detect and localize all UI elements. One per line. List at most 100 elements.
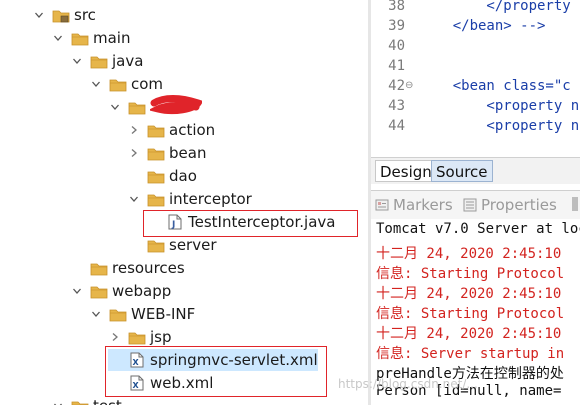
xml-file-icon: X bbox=[128, 375, 146, 391]
java-file-icon: J bbox=[166, 214, 184, 230]
console-line: 信息: Starting Protocol bbox=[376, 306, 565, 322]
svg-text:J: J bbox=[171, 220, 175, 230]
console-title: Tomcat v7.0 Server at localh bbox=[376, 221, 580, 237]
tree-item-label: test bbox=[93, 397, 122, 405]
line-number: 39 bbox=[388, 18, 405, 34]
xml-file-icon: X bbox=[128, 352, 146, 368]
tree-item[interactable]: bean bbox=[127, 142, 206, 164]
code-editor[interactable]: 38 39 40 41 42 ⊖ 43 44 </property </bean> --> <… bbox=[371, 0, 580, 138]
tree-item[interactable]: action bbox=[127, 119, 215, 141]
tree-item[interactable]: interceptor bbox=[127, 188, 252, 210]
folder-icon bbox=[71, 30, 89, 46]
line-number: 42 bbox=[388, 78, 405, 94]
console-line: 信息: Server startup in bbox=[376, 346, 565, 362]
tree-item[interactable]: Xweb.xml bbox=[108, 372, 213, 394]
chevron-down-icon[interactable] bbox=[51, 31, 65, 45]
tree-item[interactable]: com bbox=[89, 73, 163, 95]
chevron-down-icon[interactable] bbox=[70, 284, 84, 298]
views-tab-bar: Markers Properties bbox=[371, 190, 580, 220]
tree-item[interactable] bbox=[108, 95, 204, 118]
tree-item-label: resources bbox=[112, 259, 185, 277]
line-number: 44 bbox=[388, 118, 405, 134]
folder-icon bbox=[128, 329, 146, 345]
views-overflow-handle[interactable] bbox=[572, 197, 578, 211]
folder-icon bbox=[90, 53, 108, 69]
tree-item-label: WEB-INF bbox=[131, 305, 196, 323]
tree-item-label: com bbox=[131, 75, 164, 93]
tree-item-label: server bbox=[169, 236, 217, 254]
line-number: 38 bbox=[388, 0, 405, 14]
tree-item[interactable]: WEB-INF bbox=[89, 303, 195, 325]
tab-properties-label: Properties bbox=[481, 196, 557, 214]
chevron-down-icon[interactable] bbox=[51, 399, 65, 405]
line-number: 40 bbox=[388, 38, 405, 54]
tree-item[interactable]: webapp bbox=[70, 280, 171, 302]
chevron-right-icon[interactable] bbox=[108, 330, 122, 344]
folder-icon bbox=[90, 260, 108, 276]
folder-icon bbox=[109, 76, 127, 92]
code-line[interactable]: <bean class="c bbox=[419, 78, 571, 94]
tree-item-label: jsp bbox=[150, 328, 172, 346]
tree-item[interactable]: src bbox=[32, 4, 96, 26]
tab-markers[interactable]: Markers bbox=[375, 195, 453, 215]
editor-tab-bar: Design Source bbox=[371, 157, 580, 184]
tree-item[interactable]: jsp bbox=[108, 326, 172, 348]
line-number-gutter: 38 39 40 41 42 ⊖ 43 44 bbox=[371, 0, 413, 138]
markers-icon bbox=[375, 198, 389, 212]
tree-item[interactable]: dao bbox=[127, 165, 197, 187]
folder-icon bbox=[147, 168, 165, 184]
tab-source[interactable]: Source bbox=[431, 160, 493, 182]
tree-item-label: interceptor bbox=[169, 190, 252, 208]
source-folder-icon bbox=[52, 7, 70, 23]
tree-item[interactable]: J TestInterceptor.java bbox=[146, 211, 335, 233]
properties-icon bbox=[463, 198, 477, 212]
svg-text:X: X bbox=[133, 381, 140, 390]
chevron-down-icon[interactable] bbox=[70, 54, 84, 68]
svg-text:X: X bbox=[133, 358, 140, 367]
folder-icon bbox=[71, 398, 89, 405]
folder-icon bbox=[147, 191, 165, 207]
tree-item-label: springmvc-servlet.xml bbox=[150, 351, 318, 369]
chevron-down-icon[interactable] bbox=[32, 8, 46, 22]
tree-item-label: web.xml bbox=[150, 374, 214, 392]
chevron-right-icon[interactable] bbox=[127, 123, 141, 137]
code-line[interactable]: <property n bbox=[419, 98, 579, 114]
chevron-down-icon[interactable] bbox=[108, 100, 122, 114]
console-line: 十二月 24, 2020 2:45:10 bbox=[376, 326, 562, 342]
console-line: 信息: Starting Protocol bbox=[376, 266, 565, 282]
folder-icon bbox=[90, 283, 108, 299]
tree-item[interactable]: Xspringmvc-servlet.xml bbox=[108, 349, 318, 371]
tree-item[interactable]: test bbox=[51, 395, 122, 405]
tree-item-label: action bbox=[169, 121, 216, 139]
code-line[interactable]: </property bbox=[419, 0, 570, 14]
console-line: 十二月 24, 2020 2:45:10 bbox=[376, 246, 562, 262]
tree-item[interactable]: resources bbox=[70, 257, 185, 279]
chevron-down-icon[interactable] bbox=[89, 307, 103, 321]
fold-marker-icon[interactable]: ⊖ bbox=[405, 80, 413, 91]
redaction-scribble bbox=[147, 95, 204, 121]
chevron-right-icon[interactable] bbox=[127, 146, 141, 160]
chevron-down-icon[interactable] bbox=[127, 192, 141, 206]
tree-item[interactable]: server bbox=[127, 234, 216, 256]
folder-icon bbox=[128, 99, 146, 115]
tree-item[interactable]: java bbox=[70, 50, 143, 72]
code-line[interactable]: </bean> --> bbox=[419, 18, 546, 34]
tab-design[interactable]: Design bbox=[375, 160, 437, 182]
tree-item-label: webapp bbox=[112, 282, 172, 300]
project-explorer-tree: src main java com action bean dao interceptor J T… bbox=[0, 0, 368, 405]
code-line[interactable]: <property n bbox=[419, 118, 579, 134]
chevron-down-icon[interactable] bbox=[89, 77, 103, 91]
console-line: 十二月 24, 2020 2:45:10 bbox=[376, 286, 562, 302]
tree-item-label: src bbox=[74, 6, 96, 24]
folder-icon bbox=[147, 237, 165, 253]
tab-properties[interactable]: Properties bbox=[463, 195, 557, 215]
tab-markers-label: Markers bbox=[393, 196, 453, 214]
watermark: https://blog.csdn.net/... bbox=[338, 377, 478, 391]
line-number: 43 bbox=[388, 98, 405, 114]
tree-item[interactable]: main bbox=[51, 27, 130, 49]
